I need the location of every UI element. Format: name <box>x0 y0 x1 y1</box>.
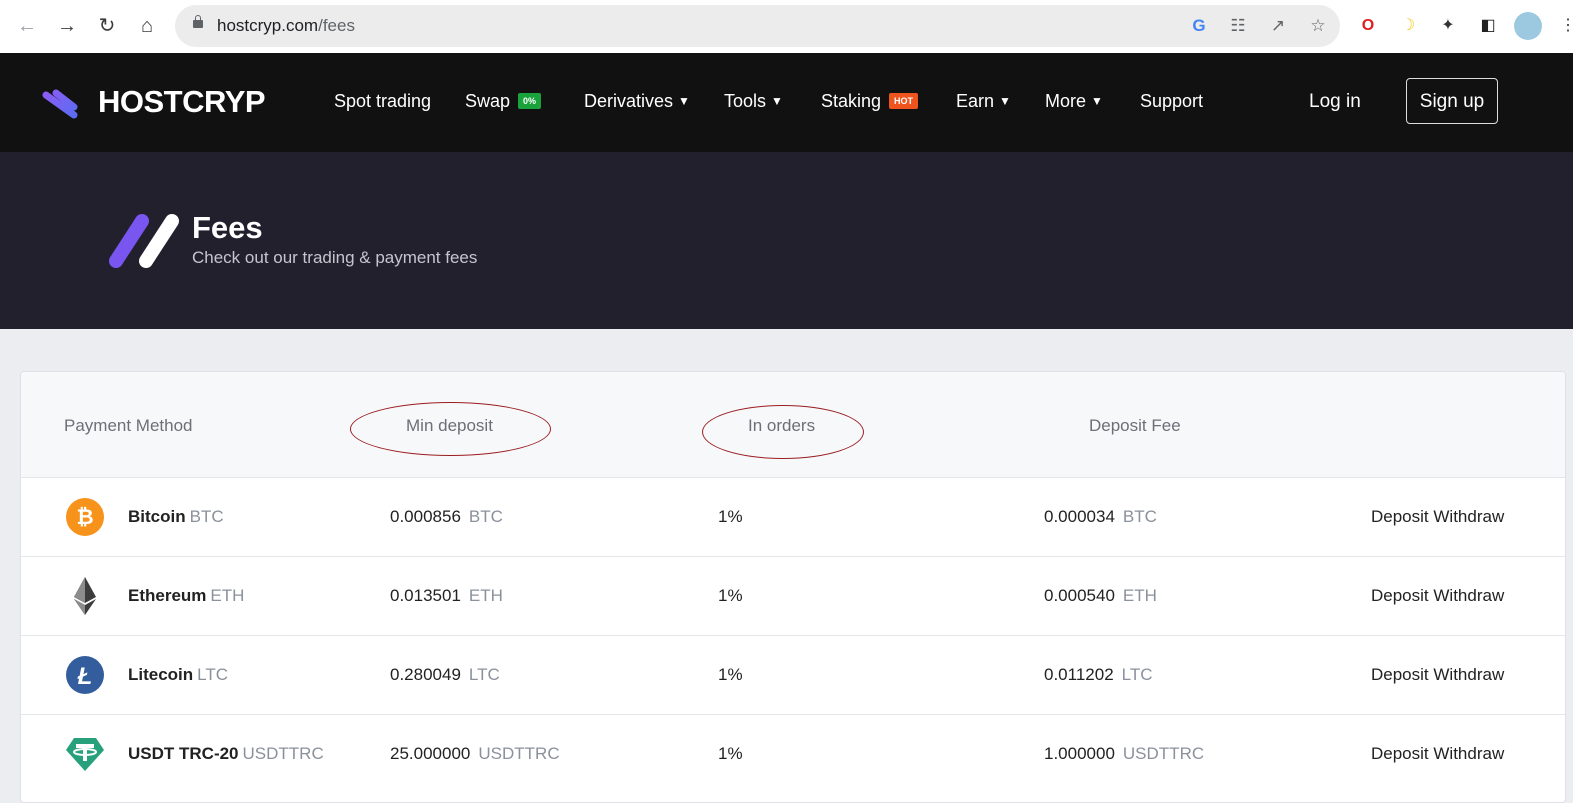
nav-staking[interactable]: Staking HOT <box>821 91 919 112</box>
reload-icon[interactable]: ↻ <box>94 13 120 39</box>
in-orders-value: 1% <box>718 744 743 763</box>
staking-hot-badge: HOT <box>889 93 919 109</box>
coin-name: Ethereum ETH <box>128 586 245 605</box>
brand-name[interactable]: HOSTCRYP <box>98 84 266 120</box>
lock-icon <box>193 15 203 28</box>
star-icon[interactable]: ☆ <box>1306 14 1330 38</box>
annotation-ellipse <box>350 402 551 456</box>
browser-toolbar: ← → ↻ ⌂ hostcryp.com/fees G ☷ ↗ ☆ O ☽ ✦ … <box>0 0 1573 54</box>
row-actions: Deposit Withdraw <box>1371 665 1504 685</box>
login-link[interactable]: Log in <box>1309 91 1361 113</box>
caret-down-icon: ▼ <box>771 94 783 108</box>
slash-logo-icon <box>106 212 182 275</box>
nav-swap[interactable]: Swap 0% <box>465 91 542 112</box>
hostcryp-logo-icon[interactable] <box>40 87 82 124</box>
table-header: Payment Method Min deposit In orders Dep… <box>21 372 1565 478</box>
forward-arrow-icon[interactable]: → <box>54 13 80 39</box>
caret-down-icon: ▼ <box>678 94 690 108</box>
withdraw-link[interactable]: Withdraw <box>1433 507 1504 526</box>
deposit-fee-value: 0.011202 LTC <box>1044 665 1153 684</box>
in-orders-value: 1% <box>718 665 743 684</box>
min-deposit-value: 0.000856 BTC <box>390 507 503 526</box>
caret-down-icon: ▼ <box>1091 94 1103 108</box>
translate-icon[interactable]: ☷ <box>1226 14 1250 38</box>
row-actions: Deposit Withdraw <box>1371 586 1504 606</box>
fees-table: Payment Method Min deposit In orders Dep… <box>20 371 1566 803</box>
url-text[interactable]: hostcryp.com/fees <box>217 16 355 36</box>
swap-badge: 0% <box>518 93 542 109</box>
deposit-link[interactable]: Deposit <box>1371 665 1429 684</box>
litecoin-icon: Ł <box>65 655 105 695</box>
puzzle-extensions-icon[interactable]: ✦ <box>1436 14 1460 38</box>
in-orders-value: 1% <box>718 507 743 526</box>
site-header: HOSTCRYP Spot trading Swap 0% Derivatives… <box>0 53 1573 152</box>
deposit-link[interactable]: Deposit <box>1371 744 1429 763</box>
ethereum-icon <box>65 576 105 616</box>
page-hero: Fees Check out our trading & payment fee… <box>0 152 1573 329</box>
back-arrow-icon[interactable]: ← <box>14 13 40 39</box>
deposit-fee-value: 1.000000 USDTTRC <box>1044 744 1205 763</box>
menu-dots-icon[interactable]: ⋮ <box>1556 14 1573 38</box>
moon-extension-icon[interactable]: ☽ <box>1396 14 1420 38</box>
coin-name: Litecoin LTC <box>128 665 229 684</box>
bitcoin-icon: ₿ <box>65 497 105 537</box>
col-deposit-fee: Deposit Fee <box>1089 416 1181 435</box>
signup-button[interactable]: Sign up <box>1406 78 1498 124</box>
home-icon[interactable]: ⌂ <box>134 13 160 39</box>
svg-text:Ł: Ł <box>77 663 93 690</box>
row-actions: Deposit Withdraw <box>1371 744 1504 764</box>
nav-derivatives[interactable]: Derivatives ▼ <box>584 91 690 112</box>
min-deposit-value: 0.280049 LTC <box>390 665 500 684</box>
tether-icon <box>65 734 105 774</box>
page-subtitle: Check out our trading & payment fees <box>192 248 478 267</box>
deposit-link[interactable]: Deposit <box>1371 507 1429 526</box>
nav-support[interactable]: Support <box>1140 91 1203 112</box>
min-deposit-value: 0.013501 ETH <box>390 586 503 605</box>
annotation-ellipse <box>702 405 864 459</box>
google-icon[interactable]: G <box>1187 14 1211 38</box>
table-row: Ł Litecoin LTC 0.280049 LTC 1% 0.011202 LTC… <box>21 635 1565 715</box>
nav-earn[interactable]: Earn ▼ <box>956 91 1011 112</box>
nav-spot-trading[interactable]: Spot trading <box>334 91 431 112</box>
page-title: Fees <box>192 210 263 245</box>
deposit-fee-value: 0.000540 ETH <box>1044 586 1157 605</box>
coin-name: Bitcoin BTC <box>128 507 224 526</box>
svg-text:₿: ₿ <box>76 506 93 529</box>
withdraw-link[interactable]: Withdraw <box>1433 665 1504 684</box>
table-row: Ethereum ETH 0.013501 ETH 1% 0.000540 ETH D… <box>21 556 1565 636</box>
caret-down-icon: ▼ <box>999 94 1011 108</box>
col-payment-method: Payment Method <box>64 416 193 435</box>
table-row: ₿ Bitcoin BTC 0.000856 BTC 1% 0.000034 BTC … <box>21 477 1565 557</box>
deposit-fee-value: 0.000034 BTC <box>1044 507 1157 526</box>
min-deposit-value: 25.000000 USDTTRC <box>390 744 560 763</box>
address-bar[interactable]: hostcryp.com/fees G ☷ ↗ ☆ <box>175 5 1340 47</box>
nav-more[interactable]: More ▼ <box>1045 91 1103 112</box>
withdraw-link[interactable]: Withdraw <box>1433 744 1504 763</box>
nav-tools[interactable]: Tools ▼ <box>724 91 783 112</box>
share-icon[interactable]: ↗ <box>1266 14 1290 38</box>
profile-avatar[interactable] <box>1514 12 1542 40</box>
table-row: USDT TRC-20 USDTTRC 25.000000 USDTTRC 1% 1… <box>21 714 1565 794</box>
coin-name: USDT TRC-20 USDTTRC <box>128 744 324 763</box>
side-panel-icon[interactable]: ◧ <box>1476 14 1500 38</box>
opera-extension-icon[interactable]: O <box>1356 14 1380 38</box>
withdraw-link[interactable]: Withdraw <box>1433 586 1504 605</box>
deposit-link[interactable]: Deposit <box>1371 586 1429 605</box>
row-actions: Deposit Withdraw <box>1371 507 1504 527</box>
in-orders-value: 1% <box>718 586 743 605</box>
